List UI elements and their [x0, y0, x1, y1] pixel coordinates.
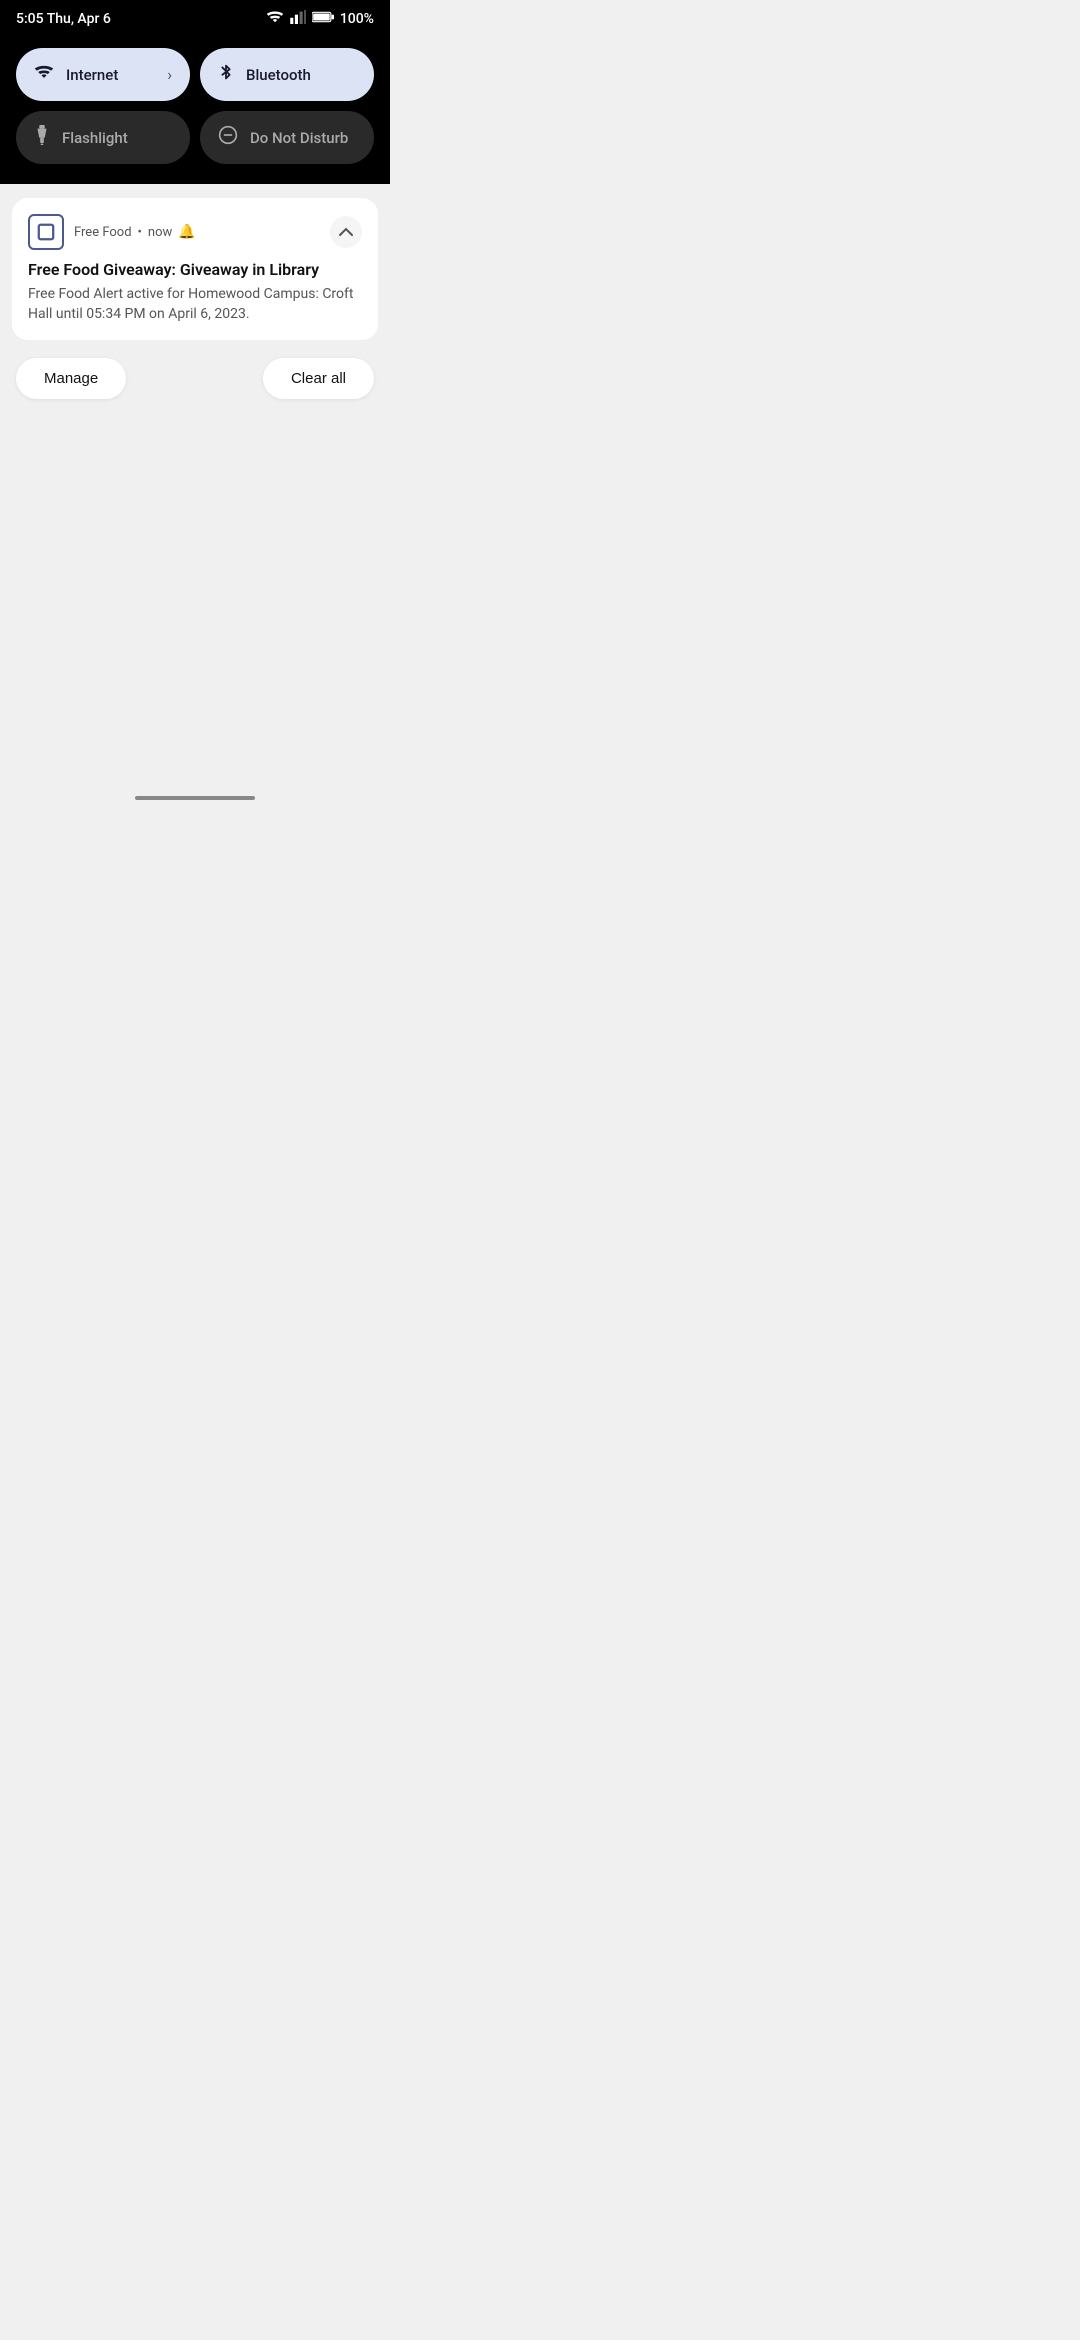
qs-internet-label: Internet: [66, 66, 118, 84]
signal-status-icon: [290, 10, 306, 28]
notification-area: Free Food • now 🔔 Free Food Giveaway: Gi…: [0, 184, 390, 784]
battery-status-icon: [312, 11, 334, 27]
bottom-spacer: [12, 403, 378, 463]
notification-body: Free Food Alert active for Homewood Camp…: [28, 285, 362, 324]
notification-card-free-food: Free Food • now 🔔 Free Food Giveaway: Gi…: [12, 198, 378, 340]
notification-collapse-button[interactable]: [330, 216, 362, 248]
notification-bell-icon: 🔔: [178, 224, 195, 240]
notification-header: Free Food • now 🔔: [28, 214, 362, 250]
wifi-status-icon: [266, 10, 284, 28]
home-indicator: [0, 784, 390, 812]
status-icons: 100%: [266, 10, 374, 28]
qs-tile-internet[interactable]: Internet ›: [16, 48, 190, 101]
manage-button[interactable]: Manage: [16, 358, 126, 399]
clear-all-button[interactable]: Clear all: [263, 358, 374, 399]
status-time: 5:05 Thu, Apr 6: [16, 11, 111, 27]
notification-time: now: [148, 225, 172, 240]
notification-meta: Free Food • now 🔔: [74, 224, 320, 240]
bluetooth-icon: [218, 62, 234, 87]
qs-flashlight-label: Flashlight: [62, 129, 128, 147]
do-not-disturb-icon: [218, 125, 238, 150]
battery-percentage: 100%: [340, 11, 374, 27]
flashlight-icon: [34, 125, 50, 150]
qs-bluetooth-label: Bluetooth: [246, 66, 311, 84]
chevron-right-icon: ›: [167, 65, 172, 84]
qs-dnd-label: Do Not Disturb: [250, 129, 348, 147]
notification-app-name: Free Food: [74, 225, 132, 240]
qs-tile-bluetooth[interactable]: Bluetooth: [200, 48, 374, 101]
status-bar: 5:05 Thu, Apr 6 100%: [0, 0, 390, 36]
qs-tile-flashlight[interactable]: Flashlight: [16, 111, 190, 164]
notification-title: Free Food Giveaway: Giveaway in Library: [28, 260, 362, 279]
qs-tile-do-not-disturb[interactable]: Do Not Disturb: [200, 111, 374, 164]
wifi-icon: [34, 64, 54, 85]
app-icon-free-food: [28, 214, 64, 250]
home-bar: [135, 796, 255, 800]
notification-actions: Manage Clear all: [12, 350, 378, 403]
quick-settings-panel: Internet › Bluetooth Flashlight: [0, 36, 390, 184]
